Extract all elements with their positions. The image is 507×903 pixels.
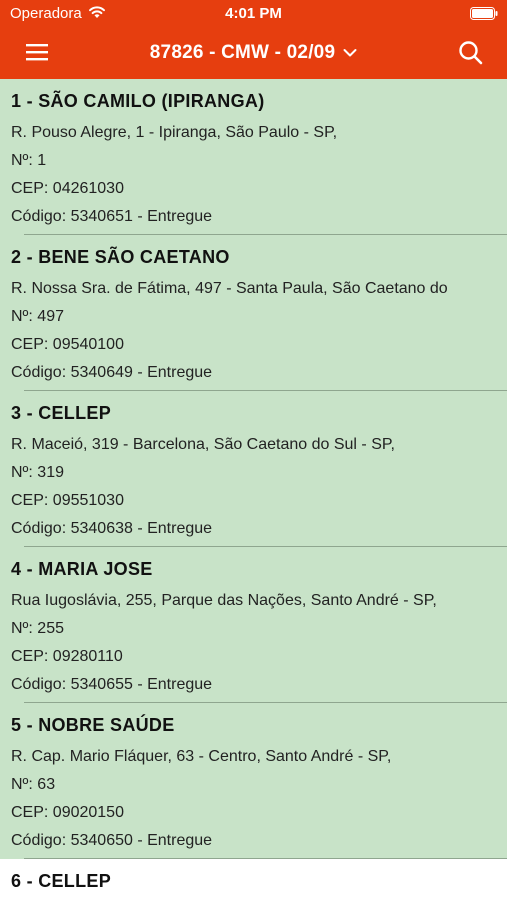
delivery-title: 6 - CELLEP [11, 871, 112, 891]
delivery-item[interactable]: 4 - MARIA JOSE Rua Iugoslávia, 255, Parq… [0, 547, 507, 703]
delivery-cep: CEP: 09551030 [11, 492, 124, 509]
delivery-number: Nº: 255 [11, 620, 64, 637]
delivery-title: 2 - BENE SÃO CAETANO [11, 247, 230, 267]
chevron-down-icon [343, 48, 357, 57]
route-title: 87826 - CMW - 02/09 [149, 42, 336, 63]
delivery-item[interactable]: 3 - CELLEP R. Maceió, 319 - Barcelona, S… [0, 391, 507, 547]
battery-icon [470, 7, 498, 20]
clock: 4:01 PM [225, 5, 282, 22]
delivery-address: Rua Iugoslávia, 255, Parque das Nações, … [11, 592, 437, 609]
delivery-title: 1 - SÃO CAMILO (IPIRANGA) [11, 91, 265, 111]
delivery-cep: CEP: 09020150 [11, 804, 124, 821]
delivery-number: Nº: 63 [11, 776, 56, 793]
delivery-code: Código: 5340651 - Entregue [11, 208, 213, 225]
route-selector[interactable]: 87826 - CMW - 02/09 [0, 42, 507, 64]
delivery-number: Nº: 1 [11, 152, 47, 169]
delivery-item[interactable]: 2 - BENE SÃO CAETANO R. Nossa Sra. de Fá… [0, 235, 507, 391]
status-bar: Operadora 4:01 PM [0, 0, 507, 28]
nav-bar: 87826 - CMW - 02/09 [0, 28, 507, 79]
delivery-number: Nº: 497 [11, 308, 64, 325]
search-button[interactable] [456, 38, 486, 68]
delivery-code: Código: 5340638 - Entregue [11, 520, 213, 537]
delivery-cep: CEP: 09540100 [11, 336, 124, 353]
delivery-title: 4 - MARIA JOSE [11, 559, 153, 579]
delivery-code: Código: 5340650 - Entregue [11, 832, 213, 849]
delivery-address: R. Nossa Sra. de Fátima, 497 - Santa Pau… [11, 280, 448, 297]
delivery-code: Código: 5340649 - Entregue [11, 364, 213, 381]
delivery-cep: CEP: 09280110 [11, 648, 123, 665]
delivery-title: 5 - NOBRE SAÚDE [11, 715, 175, 735]
delivery-item[interactable]: 5 - NOBRE SAÚDE R. Cap. Mario Fláquer, 6… [0, 703, 507, 859]
delivery-list: 1 - SÃO CAMILO (IPIRANGA) R. Pouso Alegr… [0, 79, 507, 903]
delivery-item[interactable]: 6 - CELLEP [0, 859, 507, 903]
delivery-number: Nº: 319 [11, 464, 64, 481]
delivery-address: R. Pouso Alegre, 1 - Ipiranga, São Paulo… [11, 124, 338, 141]
delivery-title: 3 - CELLEP [11, 403, 112, 423]
delivery-address: R. Maceió, 319 - Barcelona, São Caetano … [11, 436, 395, 453]
delivery-address: R. Cap. Mario Fláquer, 63 - Centro, Sant… [11, 748, 392, 765]
delivery-item[interactable]: 1 - SÃO CAMILO (IPIRANGA) R. Pouso Alegr… [0, 79, 507, 235]
delivery-cep: CEP: 04261030 [11, 180, 124, 197]
delivery-code: Código: 5340655 - Entregue [11, 676, 213, 693]
search-icon [459, 41, 483, 65]
app-header: Operadora 4:01 PM 87826 - CMW - 02/09 [0, 0, 507, 79]
